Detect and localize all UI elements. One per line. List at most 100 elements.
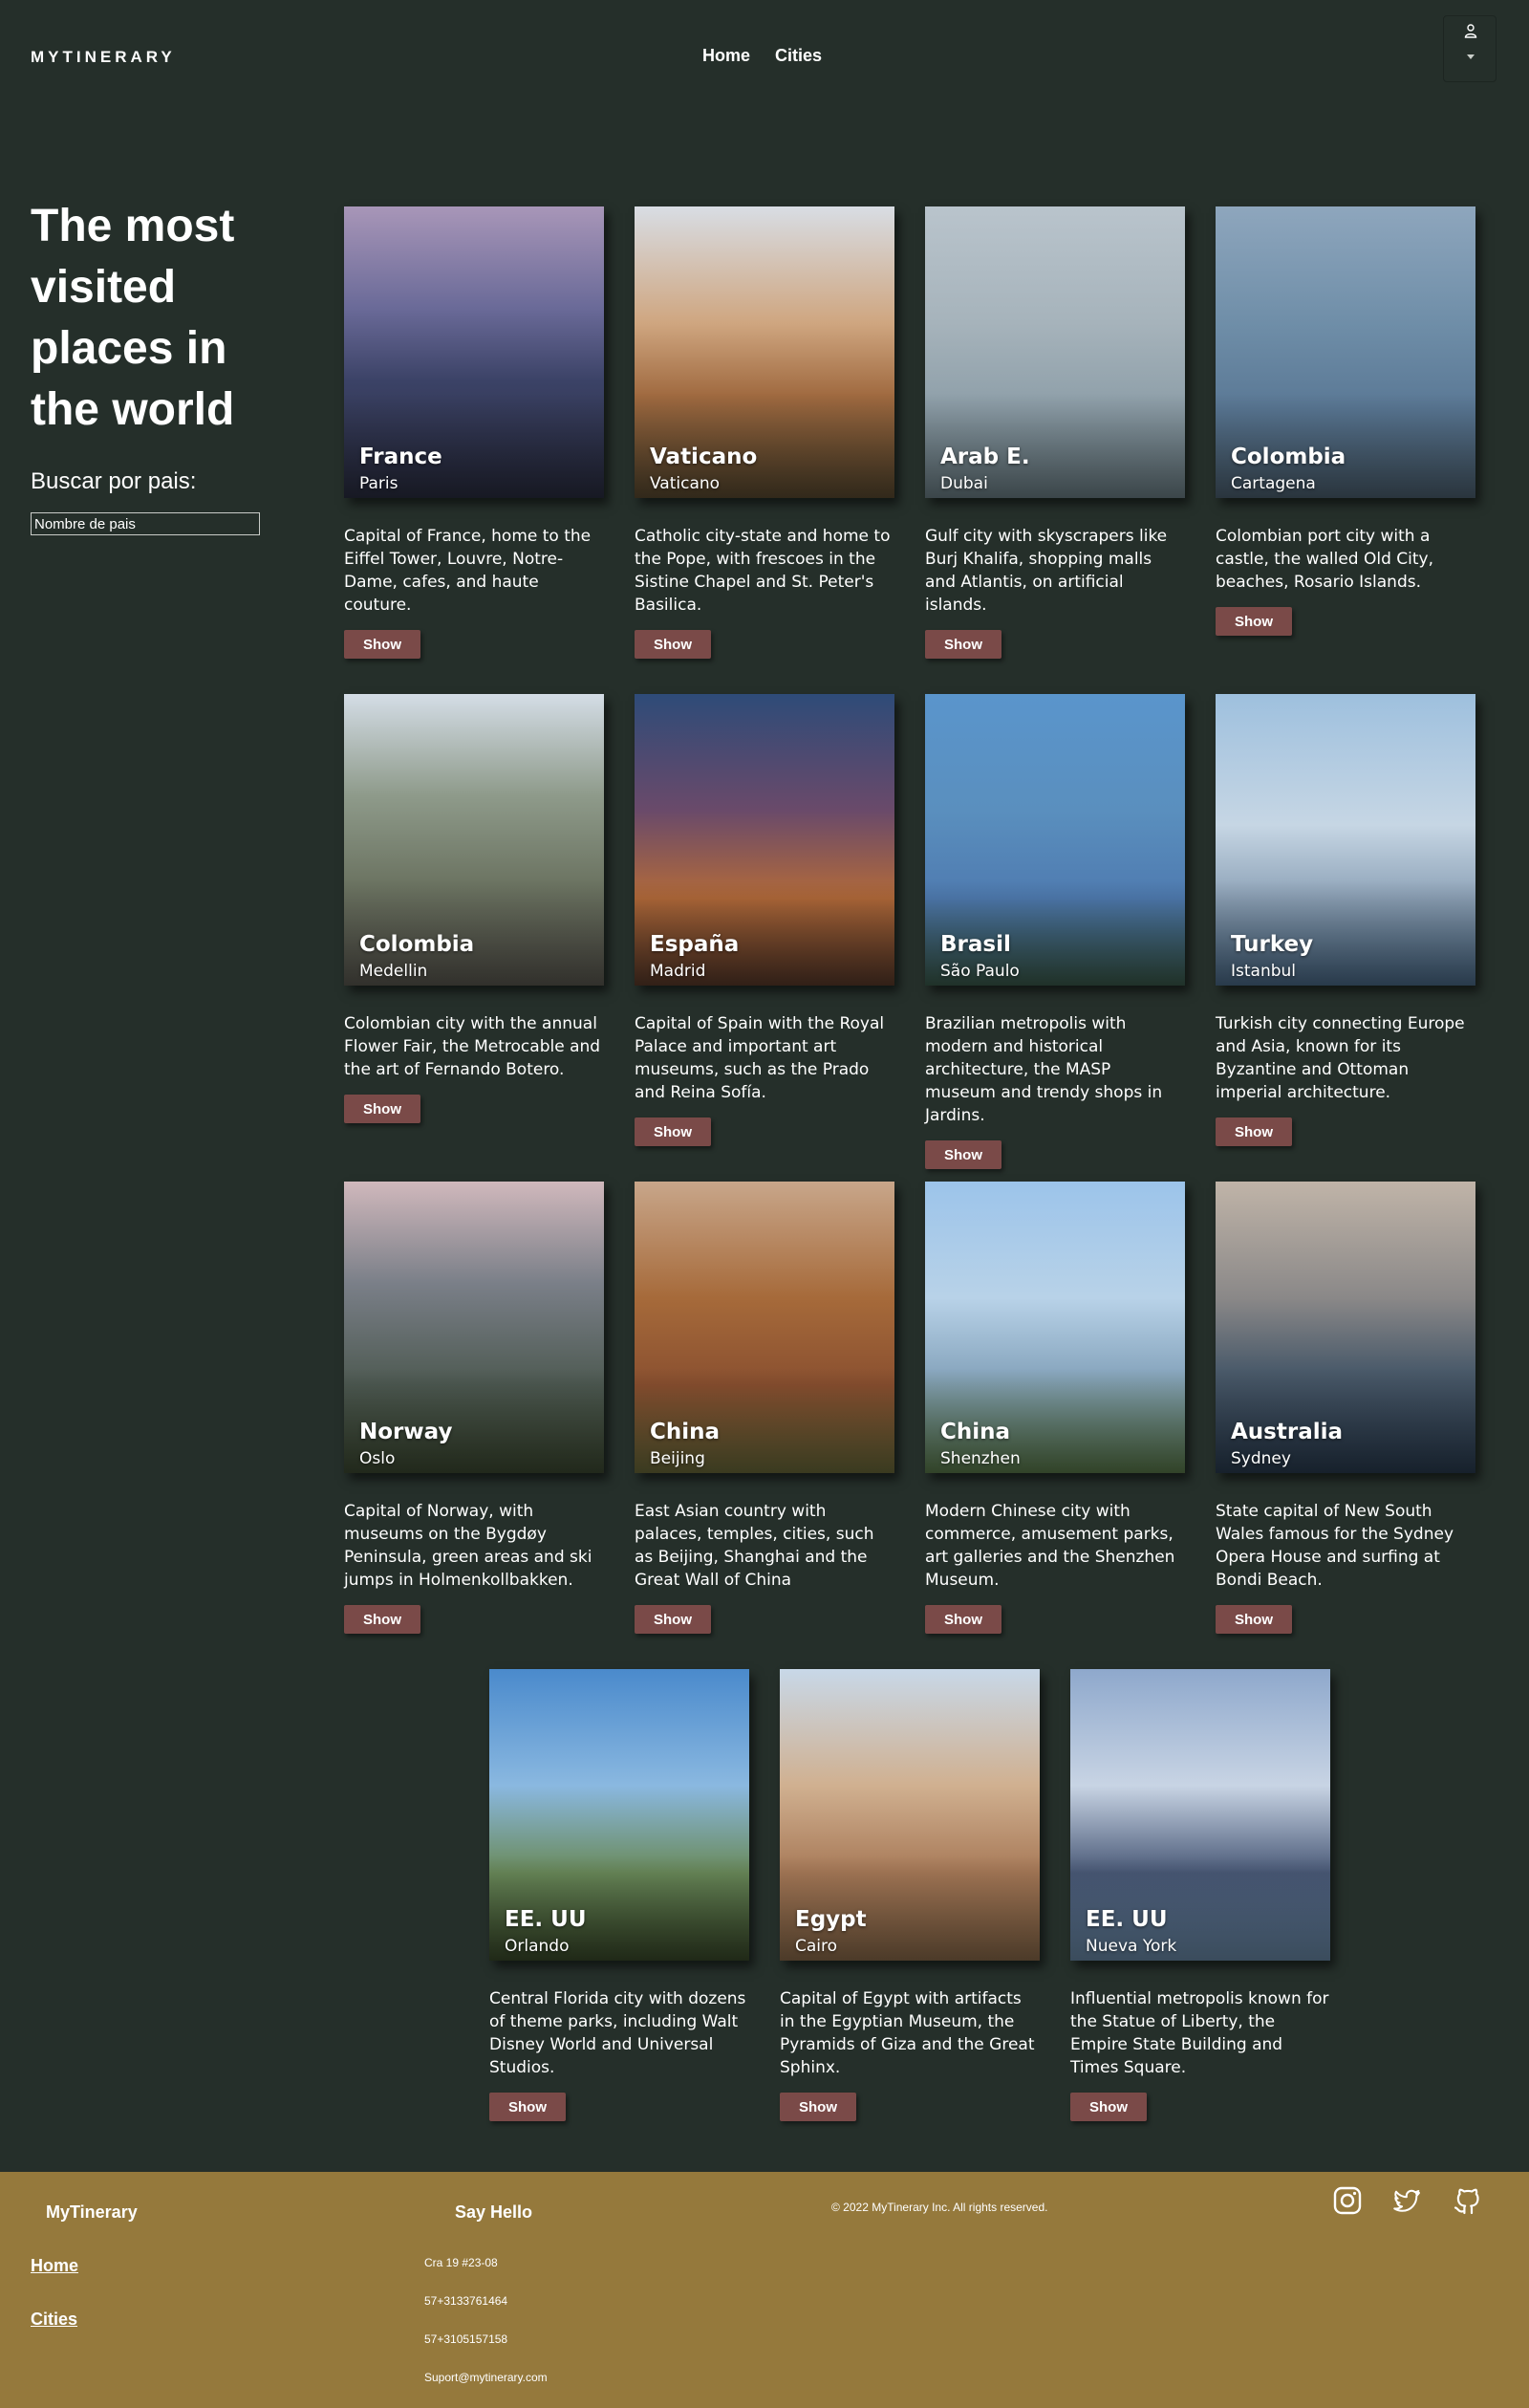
city-card: Turkey Istanbul Turkish city connecting Eu… [1216, 694, 1475, 1146]
show-button[interactable]: Show [635, 630, 711, 659]
city-photo: Vaticano Vaticano [635, 206, 894, 498]
city-photo: France Paris [344, 206, 604, 498]
card-description: Capital of Norway, with museums on the B… [344, 1502, 592, 1590]
city-photo: Australia Sydney [1216, 1182, 1475, 1473]
instagram-icon[interactable] [1332, 2185, 1363, 2216]
site-header: MYTINERARY Home Cities [0, 0, 1529, 115]
city-card: Brasil São Paulo Brazilian metropolis with… [925, 694, 1185, 1169]
show-button[interactable]: Show [635, 1117, 711, 1146]
country-search-input[interactable] [31, 512, 260, 535]
city-photo: China Beijing [635, 1182, 894, 1473]
city-photo: EE. UU Nueva York [1070, 1669, 1330, 1961]
card-description: Colombian port city with a castle, the w… [1216, 527, 1434, 592]
brand-logo[interactable]: MYTINERARY [31, 48, 176, 67]
city-photo: Colombia Cartagena [1216, 206, 1475, 498]
footer-link-cities[interactable]: Cities [31, 2310, 77, 2330]
city-card: Egypt Cairo Capital of Egypt with artifact… [780, 1669, 1040, 2121]
show-button[interactable]: Show [344, 1605, 420, 1634]
show-button[interactable]: Show [1216, 1117, 1292, 1146]
card-description: Gulf city with skyscrapers like Burj Kha… [925, 527, 1168, 615]
show-button[interactable]: Show [344, 1095, 420, 1123]
card-city: Vaticano [650, 474, 721, 493]
city-card: China Beijing East Asian country with pala… [635, 1182, 894, 1634]
city-card: Colombia Cartagena Colombian port city wit… [1216, 206, 1475, 636]
card-city: São Paulo [940, 962, 1020, 981]
nav-home[interactable]: Home [702, 46, 750, 66]
city-photo: EE. UU Orlando [489, 1669, 749, 1961]
show-button[interactable]: Show [925, 1140, 1001, 1169]
site-footer: MyTinerary Home Cities Say Hello Cra 19 … [0, 2172, 1529, 2408]
show-button[interactable]: Show [780, 2093, 856, 2121]
card-description: Capital of Egypt with artifacts in the E… [780, 1989, 1035, 2077]
card-country: EE. UU [1086, 1907, 1168, 1932]
twitter-icon[interactable] [1391, 2185, 1422, 2216]
card-city: Orlando [505, 1937, 570, 1956]
card-country: Arab E. [940, 445, 1030, 469]
show-button[interactable]: Show [925, 1605, 1001, 1634]
city-card: France Paris Capital of France, home to th… [344, 206, 604, 659]
city-card: EE. UU Nueva York Influential metropolis k… [1070, 1669, 1330, 2121]
show-button[interactable]: Show [1216, 1605, 1292, 1634]
city-card: Arab E. Dubai Gulf city with skyscrapers l… [925, 206, 1185, 659]
card-description: Brazilian metropolis with modern and his… [925, 1014, 1163, 1125]
card-country: Vaticano [650, 445, 758, 469]
show-button[interactable]: Show [489, 2093, 566, 2121]
footer-say-hello-title: Say Hello [455, 2202, 533, 2222]
card-country: Norway [359, 1420, 453, 1444]
city-card: Australia Sydney State capital of New Sout… [1216, 1182, 1475, 1634]
user-menu-dropdown[interactable] [1443, 15, 1497, 82]
card-city: Paris [359, 474, 398, 493]
city-photo: Egypt Cairo [780, 1669, 1040, 1961]
card-country: Colombia [359, 932, 475, 957]
card-city: Dubai [940, 474, 988, 493]
footer-address: Cra 19 #23-08 [424, 2256, 498, 2269]
city-card: China Shenzhen Modern Chinese city with co… [925, 1182, 1185, 1634]
city-card: EE. UU Orlando Central Florida city with d… [489, 1669, 749, 2121]
city-card: Norway Oslo Capital of Norway, with museum… [344, 1182, 604, 1634]
card-city: Beijing [650, 1449, 705, 1468]
city-card: Colombia Medellin Colombian city with the … [344, 694, 604, 1123]
nav-cities[interactable]: Cities [775, 46, 822, 66]
card-description: Modern Chinese city with commerce, amuse… [925, 1502, 1175, 1590]
card-description: Catholic city-state and home to the Pope… [635, 527, 891, 615]
city-photo: Brasil São Paulo [925, 694, 1185, 986]
card-city: Istanbul [1231, 962, 1297, 981]
card-country: EE. UU [505, 1907, 587, 1932]
main-nav: Home Cities [702, 46, 822, 66]
card-city: Cairo [795, 1937, 838, 1956]
card-country: Egypt [795, 1907, 867, 1932]
city-card: España Madrid Capital of Spain with the Ro… [635, 694, 894, 1146]
card-description: State capital of New South Wales famous … [1216, 1502, 1454, 1590]
card-city: Shenzhen [940, 1449, 1021, 1468]
card-country: China [650, 1420, 721, 1444]
card-description: Turkish city connecting Europe and Asia,… [1216, 1014, 1465, 1102]
footer-copyright: © 2022 MyTinerary Inc. All rights reserv… [831, 2201, 1048, 2214]
user-icon [1464, 24, 1477, 38]
card-country: España [650, 932, 740, 957]
show-button[interactable]: Show [1216, 607, 1292, 636]
search-label: Buscar por pais: [31, 468, 197, 494]
show-button[interactable]: Show [1070, 2093, 1147, 2121]
show-button[interactable]: Show [925, 630, 1001, 659]
card-country: France [359, 445, 442, 469]
card-description: Capital of Spain with the Royal Palace a… [635, 1014, 885, 1102]
card-description: Capital of France, home to the Eiffel To… [344, 527, 592, 615]
chevron-down-icon [1467, 54, 1475, 59]
city-photo: China Shenzhen [925, 1182, 1185, 1473]
page-title: The most visited places in the world [31, 201, 235, 435]
card-description: Influential metropolis known for the Sta… [1070, 1989, 1329, 2077]
github-icon[interactable] [1453, 2185, 1483, 2216]
city-photo: Turkey Istanbul [1216, 694, 1475, 986]
footer-email[interactable]: Suport@mytinerary.com [424, 2371, 548, 2384]
city-photo: Arab E. Dubai [925, 206, 1185, 498]
footer-link-home[interactable]: Home [31, 2256, 78, 2276]
card-city: Medellin [359, 962, 428, 981]
card-description: Central Florida city with dozens of them… [489, 1989, 746, 2077]
card-city: Oslo [359, 1449, 396, 1468]
card-city: Madrid [650, 962, 706, 981]
show-button[interactable]: Show [344, 630, 420, 659]
show-button[interactable]: Show [635, 1605, 711, 1634]
card-country: Brasil [940, 932, 1011, 957]
card-description: East Asian country with palaces, temples… [635, 1502, 874, 1590]
card-country: Colombia [1231, 445, 1346, 469]
